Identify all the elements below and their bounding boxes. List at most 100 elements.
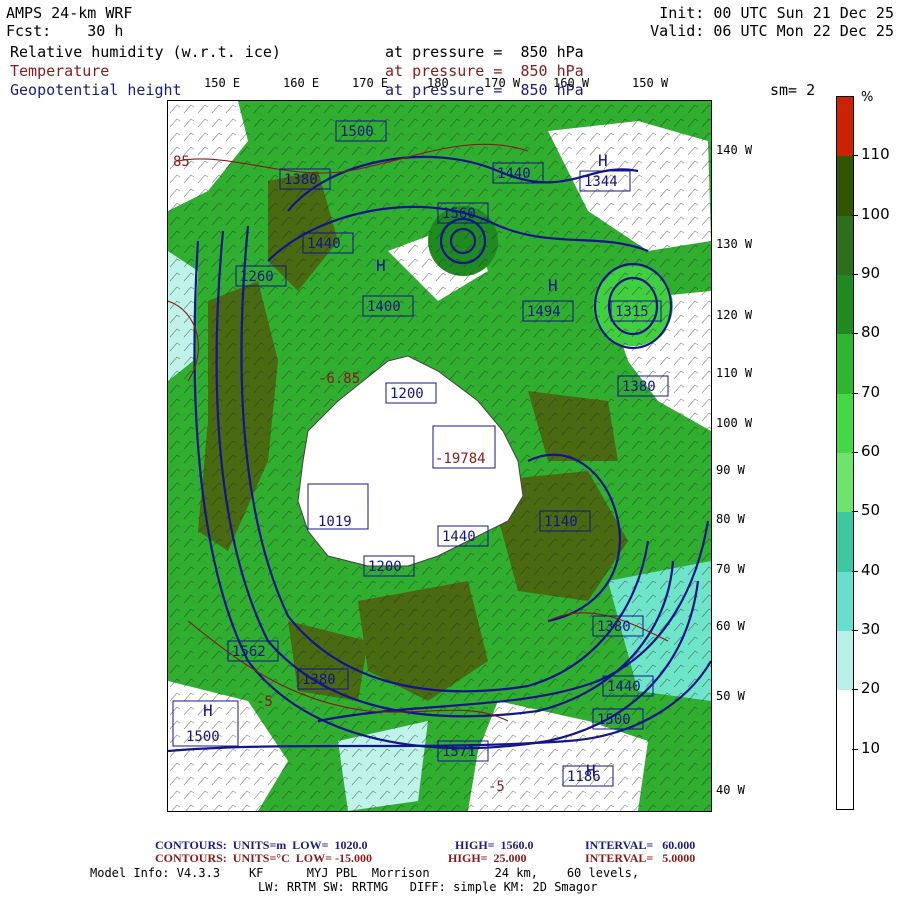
colorbar-tick — [852, 214, 858, 216]
model-info-physics: LW: RRTM SW: RRTMG DIFF: simple KM: 2D S… — [258, 880, 598, 894]
height-label: 1260 — [240, 269, 274, 285]
colorbar-label: 80 — [861, 323, 881, 342]
colorbar-tick — [852, 630, 858, 631]
colorbar-label: 90 — [861, 264, 881, 282]
temp-label: -5 — [256, 694, 273, 710]
colorbar-segment — [837, 215, 853, 275]
center-value: -19784 — [435, 451, 486, 467]
extrema-marker: H — [598, 151, 608, 170]
colorbar-segment — [837, 156, 853, 216]
colorbar-tick — [852, 570, 858, 572]
height-label: 1344 — [584, 174, 618, 190]
colorbar-label: 50 — [861, 501, 881, 520]
extrema-marker: H — [376, 256, 386, 275]
field-height-name: Geopotential height — [10, 81, 182, 99]
height-label: 1200 — [368, 559, 402, 575]
colorbar-tick — [852, 748, 858, 750]
height-label: 1562 — [232, 644, 266, 660]
lat-label: 100 W — [716, 416, 753, 430]
height-label: 1380 — [284, 172, 318, 188]
height-label: 1440 — [442, 529, 476, 545]
map-svg: 1500 1380 1440 1560 1440 1344 1494 1315 … — [168, 101, 711, 811]
lat-label: 80 W — [716, 512, 745, 526]
lon-label: 150 W — [632, 76, 669, 90]
lat-label: 120 W — [716, 308, 753, 322]
lat-label: 90 W — [716, 463, 745, 477]
field-rh-name: Relative humidity (w.r.t. ice) — [10, 43, 281, 61]
colorbar-segment — [837, 97, 853, 157]
lon-label: 160 E — [283, 76, 320, 90]
colorbar-label: 110 — [861, 145, 890, 164]
map-panel: 1500 1380 1440 1560 1440 1344 1494 1315 … — [167, 100, 712, 812]
lat-label: 130 W — [716, 237, 753, 251]
temp-contour-high: HIGH= 25.000 — [448, 851, 527, 865]
smoothing-label: sm= 2 — [770, 81, 816, 99]
colorbar-label: 70 — [861, 382, 881, 401]
colorbar-segment — [837, 453, 853, 513]
lon-label: 170 E — [352, 76, 389, 90]
colorbar-label: 100 — [861, 204, 890, 223]
colorbar-label: 40 — [861, 560, 881, 579]
height-label: 1200 — [390, 386, 424, 402]
temp-contour-info: CONTOURS: UNITS=°C LOW= -15.000 — [155, 851, 372, 865]
colorbar-tick — [852, 155, 858, 157]
lon-label: 160 W — [553, 76, 590, 90]
height-label: 1380 — [302, 672, 336, 688]
model-title: AMPS 24-km WRF — [6, 4, 133, 22]
temp-label: -5 — [488, 779, 505, 795]
lat-label: 50 W — [716, 689, 745, 703]
height-label: 1440 — [497, 166, 531, 182]
temp-label: 85 — [173, 154, 190, 170]
valid-time: Valid: 06 UTC Mon 22 Dec 25 — [650, 22, 894, 40]
field-temp-name: Temperature — [10, 62, 110, 80]
height-label: 1500 — [340, 124, 374, 140]
height-label: 1315 — [615, 304, 649, 320]
temp-contour-interval: INTERVAL= 5.0000 — [585, 851, 696, 865]
height-label: 1140 — [544, 514, 578, 530]
lon-label: 180 — [427, 76, 449, 90]
extrema-marker: H — [203, 701, 213, 720]
init-time: Init: 00 UTC Sun 21 Dec 25 — [659, 4, 894, 22]
height-label: 1571 — [442, 744, 476, 760]
lat-label: 70 W — [716, 562, 745, 576]
colorbar-segment — [837, 334, 853, 394]
rh-colorbar — [836, 96, 854, 810]
colorbar-label: 10 — [861, 738, 881, 757]
height-label: 1400 — [367, 299, 401, 315]
lon-label: 170 W — [484, 76, 521, 90]
lat-label: 40 W — [716, 783, 745, 797]
height-label: 1500 — [186, 729, 220, 745]
colorbar-segment — [837, 749, 853, 809]
lon-label: 150 E — [204, 76, 241, 90]
colorbar-tick — [852, 689, 858, 691]
extrema-marker: H — [548, 276, 558, 295]
colorbar-segment — [837, 571, 853, 631]
colorbar-label: 60 — [861, 442, 881, 460]
colorbar-segment — [837, 690, 853, 750]
lat-label: 110 W — [716, 366, 753, 380]
height-label: 1500 — [597, 712, 631, 728]
colorbar-segment — [837, 393, 853, 453]
colorbar-label: 20 — [861, 679, 881, 698]
colorbar-unit: % — [861, 90, 874, 105]
height-label: 1019 — [318, 514, 352, 530]
colorbar-tick — [852, 274, 858, 275]
colorbar-tick — [852, 511, 858, 513]
height-label: 1380 — [622, 379, 656, 395]
model-info: Model Info: V4.3.3 KF MYJ PBL Morrison 2… — [90, 866, 640, 880]
height-label: 1186 — [567, 769, 601, 785]
height-label: 1560 — [442, 206, 476, 222]
lat-label: 60 W — [716, 619, 745, 633]
height-label: 1380 — [597, 619, 631, 635]
colorbar-segment — [837, 631, 853, 691]
colorbar-tick — [852, 392, 858, 394]
height-label: 1440 — [607, 679, 641, 695]
colorbar-segment — [837, 275, 853, 335]
colorbar-tick — [852, 333, 858, 335]
colorbar-tick — [852, 452, 858, 453]
lat-label: 140 W — [716, 143, 753, 157]
height-label: 1494 — [527, 304, 561, 320]
temp-label: -6.85 — [318, 371, 360, 387]
colorbar-segment — [837, 512, 853, 572]
height-label: 1440 — [307, 236, 341, 252]
